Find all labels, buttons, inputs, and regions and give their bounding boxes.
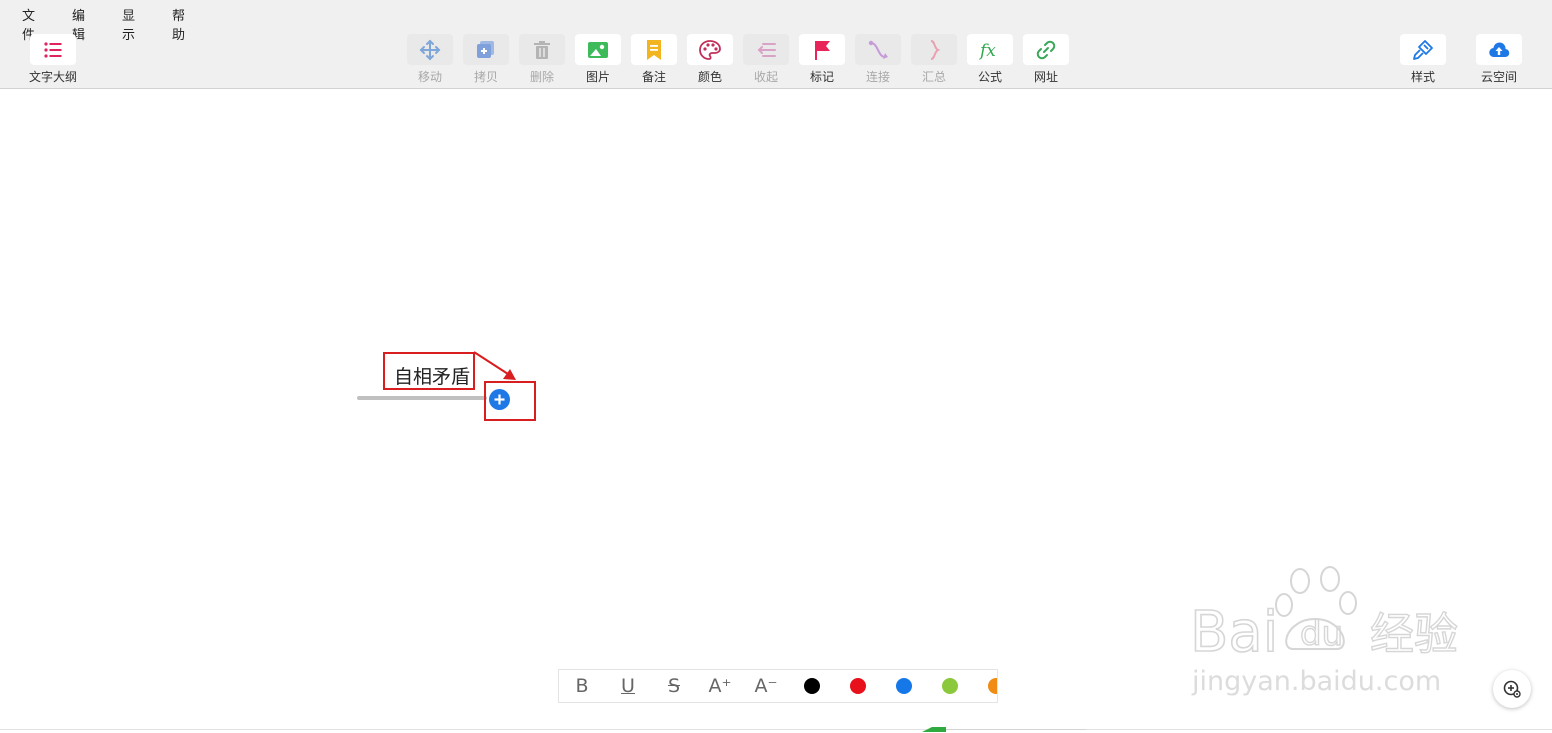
- image-icon: [588, 41, 608, 58]
- menu-view[interactable]: 显示: [122, 5, 135, 43]
- flag-label: 标记: [809, 70, 834, 84]
- topic-underline: [357, 396, 487, 400]
- move-icon: [419, 39, 441, 60]
- style-button[interactable]: 样式: [1399, 34, 1447, 85]
- menu-help[interactable]: 帮助: [172, 5, 185, 43]
- bottom-popup-edge: [922, 727, 1086, 732]
- image-label: 图片: [585, 70, 610, 84]
- note-icon: [647, 39, 661, 60]
- link-button[interactable]: 网址: [1022, 34, 1070, 85]
- color-swatch-green[interactable]: [942, 678, 958, 694]
- copy-button[interactable]: 拷贝: [462, 34, 510, 85]
- palette-icon: [699, 39, 721, 60]
- summary-label: 汇总: [921, 70, 946, 84]
- brush-icon: [1413, 39, 1433, 60]
- summary-brace-icon: [930, 39, 941, 60]
- trash-icon: [534, 40, 550, 59]
- connect-icon: [868, 40, 888, 59]
- color-label: 颜色: [697, 70, 722, 84]
- collapse-button[interactable]: 收起: [742, 34, 790, 85]
- underline-button[interactable]: U: [616, 674, 640, 698]
- watermark-url: jingyan.baidu.com: [1191, 666, 1441, 697]
- flag-icon: [815, 40, 830, 60]
- watermark-logo: Bai du 经验: [1189, 599, 1459, 666]
- font-grow-button[interactable]: A⁺: [708, 674, 732, 698]
- formula-button[interactable]: fx 公式: [966, 34, 1014, 85]
- color-swatch-orange[interactable]: [988, 678, 997, 694]
- baidu-jingyan-watermark: Bai du 经验 jingyan.baidu.com: [1189, 566, 1459, 697]
- move-label: 移动: [417, 70, 442, 84]
- add-child-button[interactable]: [489, 389, 510, 410]
- cloud-upload-icon: [1489, 41, 1510, 57]
- style-label: 样式: [1410, 70, 1435, 84]
- connect-button[interactable]: 连接: [854, 34, 902, 85]
- formula-label: 公式: [977, 70, 1002, 84]
- zoom-view-button[interactable]: [1493, 670, 1531, 708]
- copy-icon: [477, 40, 494, 58]
- svg-text:Bai: Bai: [1190, 600, 1278, 665]
- text-format-bar: B U S A⁺ A⁻: [558, 669, 998, 703]
- copy-label: 拷贝: [473, 70, 498, 84]
- note-button[interactable]: 备注: [630, 34, 678, 85]
- collapse-icon: [757, 42, 776, 57]
- topic-highlight-box: [383, 352, 475, 390]
- summary-button[interactable]: 汇总: [910, 34, 958, 85]
- svg-text:du: du: [1300, 614, 1343, 654]
- list-icon: [44, 41, 62, 58]
- plus-circle-icon: [494, 394, 505, 405]
- font-shrink-button[interactable]: A⁻: [754, 674, 778, 698]
- zoom-view-icon: [1503, 680, 1521, 698]
- flag-button[interactable]: 标记: [798, 34, 846, 85]
- image-button[interactable]: 图片: [574, 34, 622, 85]
- top-bar: 文件 编辑 显示 帮助 文字大纲 移动 拷贝 删除 图片 备注 颜色 收起 标记…: [0, 0, 1552, 89]
- annotation-arrow: [473, 351, 516, 380]
- delete-label: 删除: [529, 70, 554, 84]
- link-label: 网址: [1033, 70, 1058, 84]
- color-swatch-black[interactable]: [804, 678, 820, 694]
- outline-button[interactable]: 文字大纲: [29, 34, 77, 85]
- collapse-label: 收起: [753, 70, 778, 84]
- cloud-button[interactable]: 云空间: [1475, 34, 1523, 85]
- note-label: 备注: [641, 70, 666, 84]
- bold-button[interactable]: B: [570, 674, 594, 698]
- outline-label: 文字大纲: [29, 70, 78, 84]
- color-swatch-red[interactable]: [850, 678, 866, 694]
- delete-button[interactable]: 删除: [518, 34, 566, 85]
- bottom-edge: [0, 729, 1552, 733]
- link-icon: [1036, 40, 1056, 59]
- connect-label: 连接: [865, 70, 890, 84]
- move-button[interactable]: 移动: [406, 34, 454, 85]
- svg-text:经验: 经验: [1370, 609, 1458, 660]
- formula-fx-icon: fx: [978, 41, 996, 61]
- color-swatch-blue[interactable]: [896, 678, 912, 694]
- strikethrough-button[interactable]: S: [662, 674, 686, 698]
- color-button[interactable]: 颜色: [686, 34, 734, 85]
- cloud-label: 云空间: [1480, 70, 1517, 84]
- svg-text:fx: fx: [978, 41, 996, 61]
